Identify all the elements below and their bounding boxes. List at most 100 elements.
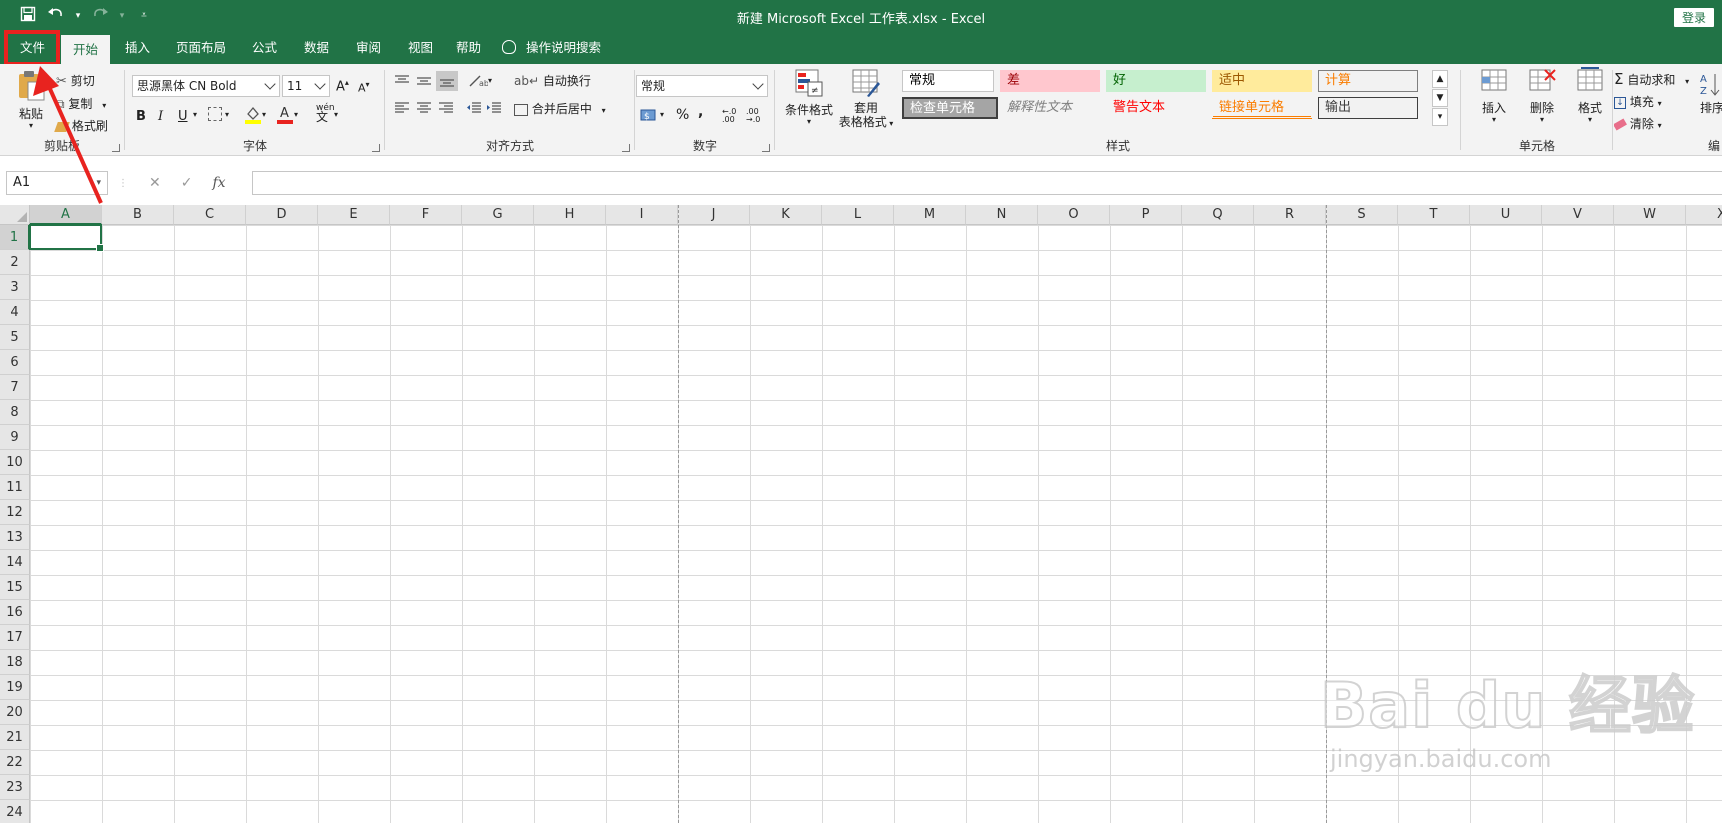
underline-dropdown-icon[interactable]: ▾ [193,110,197,119]
row-header-20[interactable]: 20 [0,700,30,725]
cut-button[interactable]: ✂ 剪切 [56,72,95,89]
underline-button[interactable]: U [178,109,188,124]
column-header-v[interactable]: V [1542,205,1614,225]
column-header-h[interactable]: H [534,205,606,225]
font-color-button[interactable]: A [276,104,294,127]
column-header-g[interactable]: G [462,205,534,225]
gallery-scroll-up-icon[interactable]: ▲ [1432,70,1448,88]
style-check-cell[interactable]: 检查单元格 [902,97,998,119]
row-header-3[interactable]: 3 [0,275,30,300]
increase-decimal-icon[interactable]: ←.0.00 [722,108,736,124]
row-header-24[interactable]: 24 [0,800,30,823]
comma-button[interactable]: , [698,104,703,120]
select-all-button[interactable] [0,205,30,225]
conditional-formatting-button[interactable]: ≠ 条件格式 ▾ [782,68,836,126]
paste-button[interactable]: 粘贴 ▾ [14,70,48,130]
tell-me-search[interactable]: 操作说明搜索 [502,32,601,64]
tab-review[interactable]: 审阅 [344,32,393,64]
tab-home[interactable]: 开始 [61,35,111,64]
row-header-22[interactable]: 22 [0,750,30,775]
align-middle-icon[interactable] [416,74,432,91]
accounting-format-icon[interactable]: $ [640,108,658,125]
decrease-indent-icon[interactable] [466,101,482,118]
format-painter-button[interactable]: 格式刷 [54,117,108,134]
font-name-select[interactable]: 思源黑体 CN Bold [132,75,280,97]
phonetic-dropdown-icon[interactable]: ▾ [334,110,338,119]
clear-button[interactable]: 清除 ▾ [1614,115,1662,132]
row-header-14[interactable]: 14 [0,550,30,575]
column-header-n[interactable]: N [966,205,1038,225]
formula-input[interactable] [252,171,1722,195]
style-bad[interactable]: 差 [1000,70,1100,92]
row-header-15[interactable]: 15 [0,575,30,600]
row-header-8[interactable]: 8 [0,400,30,425]
style-explanatory[interactable]: 解释性文本 [1000,97,1100,119]
number-format-select[interactable]: 常规 [636,75,768,97]
fill-color-dropdown-icon[interactable]: ▾ [262,110,266,119]
number-launcher-icon[interactable] [762,144,770,152]
format-as-table-button[interactable]: 套用 表格格式 ▾ [836,68,896,131]
tab-formulas[interactable]: 公式 [240,32,289,64]
column-header-s[interactable]: S [1326,205,1398,225]
style-linked-cell[interactable]: 链接单元格 [1212,97,1312,119]
row-header-16[interactable]: 16 [0,600,30,625]
orientation-dropdown-icon[interactable]: ▾ [488,76,492,85]
format-cells-button[interactable]: 格式 ▾ [1570,66,1610,124]
copy-button[interactable]: ⧉ 复制 ▾ [56,95,106,112]
column-header-o[interactable]: O [1038,205,1110,225]
column-header-j[interactable]: J [678,205,750,225]
autosum-button[interactable]: Σ 自动求和 ▾ [1614,70,1689,88]
tab-help[interactable]: 帮助 [444,32,493,64]
style-warning[interactable]: 警告文本 [1106,97,1206,119]
column-header-q[interactable]: Q [1182,205,1254,225]
row-header-21[interactable]: 21 [0,725,30,750]
sort-filter-button[interactable]: AZ 排序 [1700,70,1722,116]
align-center-icon[interactable] [416,101,432,118]
column-header-b[interactable]: B [102,205,174,225]
style-neutral[interactable]: 适中 [1212,70,1312,92]
insert-function-button[interactable]: fx [212,175,225,191]
align-right-icon[interactable] [438,101,454,118]
login-button[interactable]: 登录 [1673,8,1714,27]
style-good[interactable]: 好 [1106,70,1206,92]
tab-data[interactable]: 数据 [292,32,341,64]
shrink-font-button[interactable]: A▾ [358,80,370,95]
delete-cells-button[interactable]: 删除 ▾ [1522,66,1562,124]
tab-insert[interactable]: 插入 [113,32,162,64]
enter-icon[interactable]: ✓ [181,175,193,191]
tab-view[interactable]: 视图 [396,32,445,64]
gallery-scroll-down-icon[interactable]: ▼ [1432,89,1448,107]
row-header-9[interactable]: 9 [0,425,30,450]
align-bottom-icon[interactable] [436,71,458,91]
fill-color-button[interactable] [244,104,262,127]
column-header-f[interactable]: F [390,205,462,225]
column-header-m[interactable]: M [894,205,966,225]
style-output[interactable]: 输出 [1318,97,1418,119]
font-color-dropdown-icon[interactable]: ▾ [294,110,298,119]
column-header-d[interactable]: D [246,205,318,225]
active-cell[interactable] [29,224,104,252]
font-launcher-icon[interactable] [372,144,380,152]
font-size-select[interactable]: 11 [282,75,330,97]
row-header-19[interactable]: 19 [0,675,30,700]
phonetic-guide-button[interactable]: wén 文 [316,104,335,124]
tab-page-layout[interactable]: 页面布局 [164,32,238,64]
row-header-11[interactable]: 11 [0,475,30,500]
accounting-dropdown-icon[interactable]: ▾ [660,110,664,119]
row-header-4[interactable]: 4 [0,300,30,325]
column-header-x[interactable]: X [1686,205,1722,225]
column-header-t[interactable]: T [1398,205,1470,225]
italic-button[interactable]: I [158,109,163,124]
row-header-13[interactable]: 13 [0,525,30,550]
column-header-p[interactable]: P [1110,205,1182,225]
align-left-icon[interactable] [394,101,410,118]
column-header-l[interactable]: L [822,205,894,225]
column-header-a[interactable]: A [30,205,102,225]
name-box[interactable]: A1 ▾ [6,171,108,195]
align-top-icon[interactable] [394,74,410,91]
merge-center-button[interactable]: 合并后居中 ▾ [514,100,606,117]
column-header-e[interactable]: E [318,205,390,225]
bold-button[interactable]: B [136,109,146,124]
row-header-7[interactable]: 7 [0,375,30,400]
insert-cells-button[interactable]: 插入 ▾ [1474,66,1514,124]
